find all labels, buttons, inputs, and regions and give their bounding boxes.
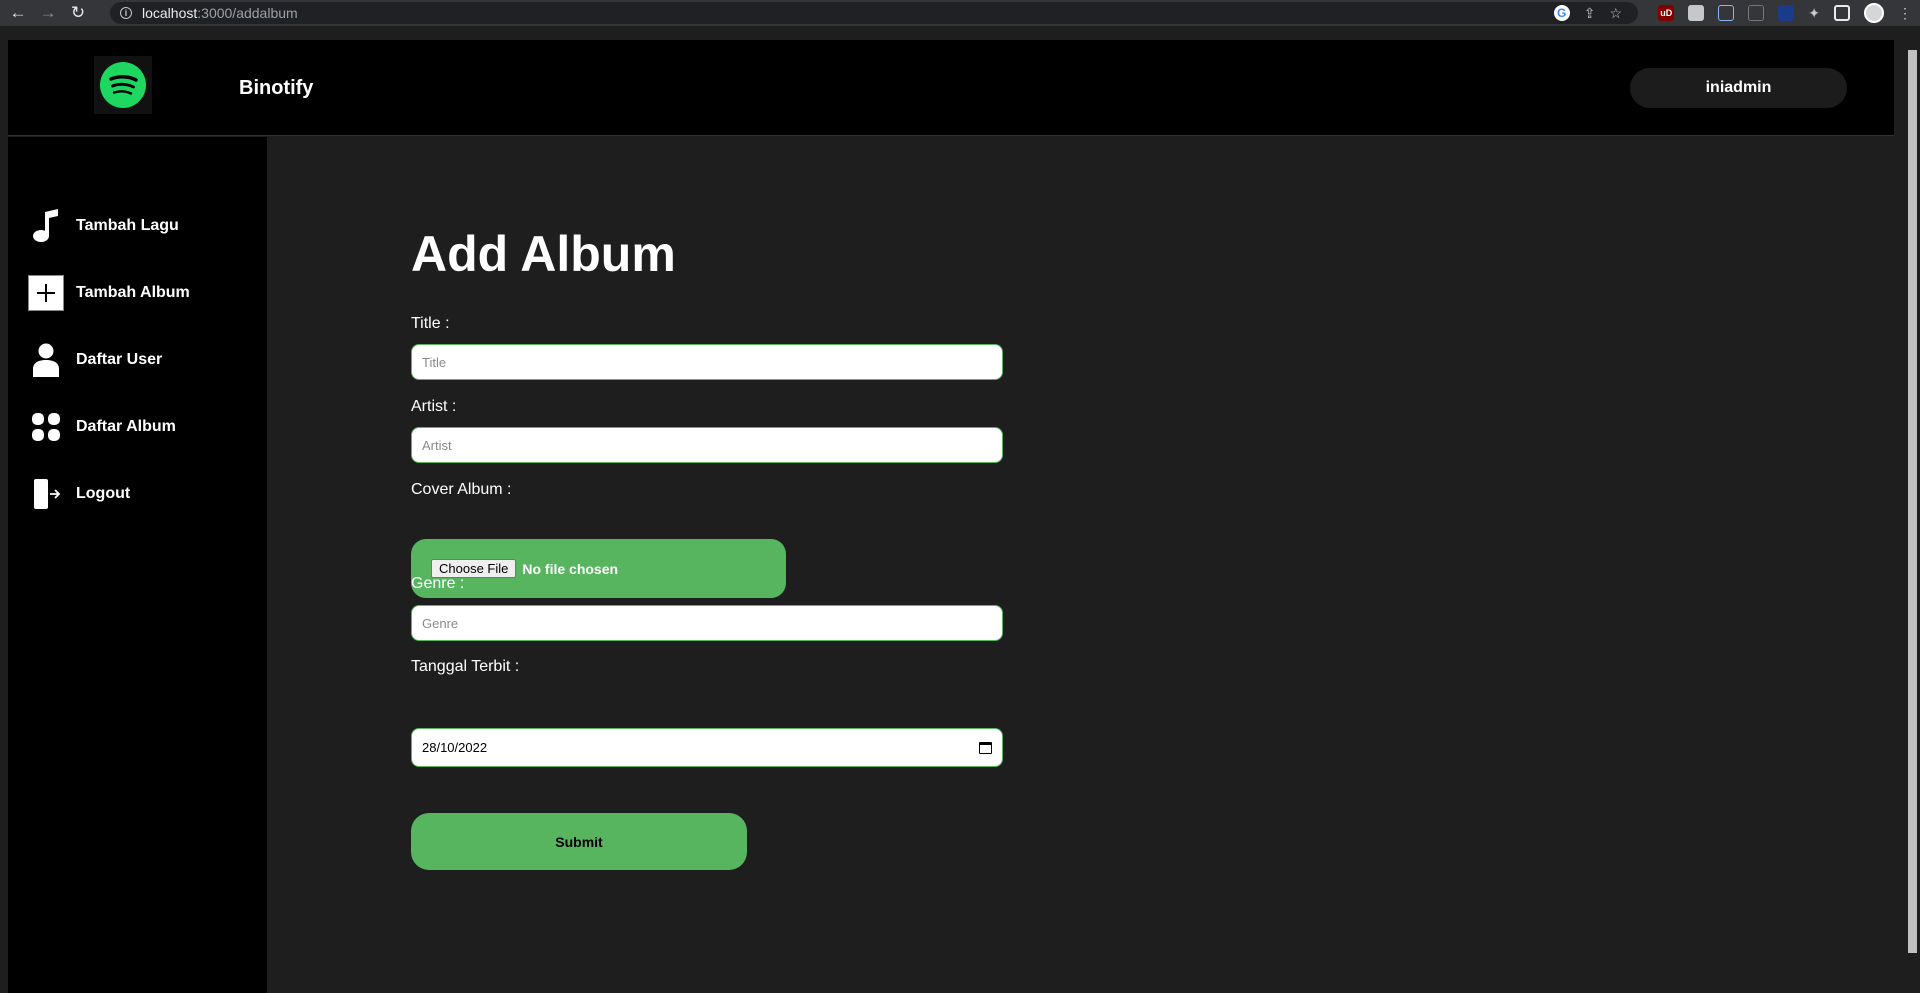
sidebar-item-label: Tambah Album (76, 284, 190, 301)
site-info-icon[interactable]: i (120, 7, 132, 19)
brand-name: Binotify (239, 77, 314, 99)
logout-icon (28, 475, 64, 513)
artist-input[interactable] (411, 427, 1003, 463)
url-path: :3000/addalbum (197, 5, 298, 21)
share-icon[interactable]: ⇪ (1584, 5, 1596, 21)
browser-menu-icon[interactable]: ⋮ (1898, 5, 1912, 21)
omnibox-actions: G ⇪ ☆ (1553, 5, 1622, 21)
google-lens-icon[interactable]: G (1553, 5, 1570, 21)
reload-icon[interactable]: ↻ (66, 3, 90, 23)
page-scrollbar[interactable] (1906, 40, 1920, 993)
sidebar-item-logout[interactable]: Logout (28, 474, 130, 514)
calendar-icon[interactable] (979, 741, 992, 754)
submit-button[interactable]: Submit (411, 813, 747, 870)
color-picker-extension-icon[interactable] (1718, 5, 1735, 21)
date-input[interactable]: 28/10/2022 (411, 728, 1003, 767)
profile-avatar[interactable] (1864, 3, 1884, 23)
music-note-icon (28, 207, 64, 245)
top-header: Binotify iniadmin (8, 40, 1894, 136)
forward-icon[interactable]: → (36, 3, 60, 23)
cover-album-label: Cover Album : (411, 481, 512, 498)
url-text[interactable]: localhost:3000/addalbum (142, 5, 298, 21)
artist-label: Artist : (411, 398, 457, 415)
plus-square-icon (28, 274, 64, 312)
browser-toolbar: ← → ↻ i localhost:3000/addalbum G ⇪ ☆ uD… (0, 0, 1920, 26)
qr-code-extension-icon[interactable] (1688, 5, 1705, 21)
file-status-text: No file chosen (522, 560, 619, 577)
sidebar-item-label: Daftar User (76, 351, 163, 368)
extensions-puzzle-icon[interactable]: ✦ (1808, 5, 1820, 21)
spotify-logo-icon (100, 62, 146, 108)
sidebar-item-tambah-lagu[interactable]: Tambah Lagu (28, 206, 179, 246)
address-bar[interactable]: i localhost:3000/addalbum G ⇪ ☆ (110, 2, 1638, 24)
ublock-extension-icon[interactable]: uD (1658, 5, 1675, 21)
sidebar-item-tambah-album[interactable]: Tambah Album (28, 273, 190, 313)
spotify-logo[interactable] (94, 56, 152, 114)
user-icon (28, 341, 64, 379)
app-root: Binotify iniadmin Tambah Lagu Tambah Alb… (8, 40, 1894, 993)
sidebar-item-daftar-album[interactable]: Daftar Album (28, 407, 176, 447)
url-host: localhost (142, 5, 198, 21)
sidebar: Tambah Lagu Tambah Album Daftar User Daf… (8, 137, 267, 993)
page-title: Add Album (411, 226, 676, 282)
genre-input[interactable] (411, 605, 1003, 641)
user-menu-button[interactable]: iniadmin (1630, 68, 1847, 108)
date-value: 28/10/2022 (422, 740, 488, 755)
sidebar-item-daftar-user[interactable]: Daftar User (28, 340, 162, 380)
scrollbar-thumb[interactable] (1908, 50, 1917, 953)
bookmark-star-icon[interactable]: ☆ (1609, 5, 1622, 21)
tanggal-terbit-label: Tanggal Terbit : (411, 658, 520, 675)
title-input[interactable] (411, 344, 1003, 380)
cover-file-input[interactable]: Choose File No file chosen (411, 539, 786, 598)
back-icon[interactable]: ← (6, 3, 30, 23)
grid-icon (28, 408, 64, 446)
copy-extension-icon[interactable] (1748, 5, 1765, 21)
screen-capture-extension-icon[interactable] (1778, 5, 1795, 21)
genre-label: Genre : (411, 575, 465, 592)
side-panel-icon[interactable] (1834, 5, 1850, 21)
sidebar-item-label: Daftar Album (76, 418, 176, 435)
sidebar-item-label: Tambah Lagu (76, 217, 179, 234)
extensions-area: uD ✦ ⋮ (1658, 3, 1912, 23)
title-label: Title : (411, 315, 450, 332)
sidebar-item-label: Logout (76, 485, 131, 502)
